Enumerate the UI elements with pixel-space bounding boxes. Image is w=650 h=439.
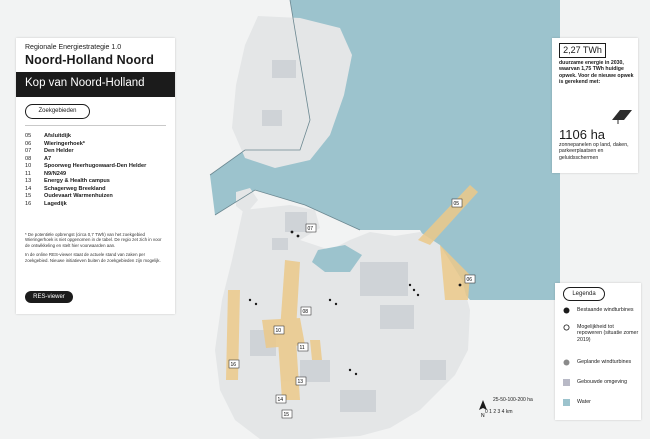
map-scale: 25-50-100-200 ha 0 1 2 3 4 km: [485, 397, 533, 415]
search-area-item[interactable]: 07 Den Helder: [25, 148, 146, 156]
panel-divider: [25, 125, 166, 126]
area-name: Schagerweg Breekland: [44, 185, 106, 192]
area-name: Oudevaart Warmenhuizen: [44, 193, 113, 199]
panel-subtitle: Regionale Energiestrategie 1.0: [25, 44, 122, 51]
built-environment-icon: [563, 379, 570, 386]
energy-value: 2,27 TWh: [559, 43, 606, 58]
water-icon: [563, 399, 570, 406]
legend-label: Mogelijkheid tot repoweren (situatie zom…: [577, 324, 639, 343]
label-05: 05: [454, 201, 460, 207]
label-14: 14: [278, 397, 284, 403]
area-name: Wieringerhoek*: [44, 140, 85, 147]
label-08: 08: [303, 309, 309, 315]
area-number: 13: [25, 178, 32, 184]
scale-ticks: 25-50-100-200 ha: [493, 397, 533, 403]
label-13: 13: [298, 379, 304, 385]
area-name: Afsluitdijk: [44, 133, 72, 139]
area-name: Den Helder: [44, 148, 74, 154]
legend-panel: Legenda Bestaande windturbines Mogelijkh…: [555, 283, 641, 420]
zoekgebieden-tab[interactable]: Zoekgebieden: [25, 104, 90, 119]
search-area-list: 05 Afsluitdijk 06 Wieringerhoek* 07 Den Helde…: [25, 133, 146, 208]
area-number: 11: [25, 170, 31, 177]
info-panel: Regionale Energiestrategie 1.0 Noord-Hol…: [16, 38, 175, 314]
area-name: Spoorweg Heerhugowaard-Den Helder: [44, 163, 147, 169]
area-number: 14: [25, 185, 32, 192]
label-16: 16: [231, 362, 237, 368]
area-number: 05: [25, 133, 32, 139]
energy-description: duurzame energie in 2030, waarvan 1,75 T…: [559, 60, 634, 86]
search-area-item[interactable]: 15 Oudevaart Warmenhuizen: [25, 193, 146, 201]
search-area-item[interactable]: 11 N9/N249: [25, 171, 146, 179]
planned-turbine-icon: [563, 359, 570, 366]
search-area-item[interactable]: 05 Afsluitdijk: [25, 133, 146, 141]
search-area-item[interactable]: 13 Energy & Health campus: [25, 178, 146, 186]
region-name: Kop van Noord-Holland: [25, 77, 145, 89]
res-viewer-button[interactable]: RES-viewer: [25, 291, 73, 303]
search-area-item[interactable]: 16 Lagedijk: [25, 201, 146, 209]
search-area-item[interactable]: 08 A7: [25, 156, 146, 164]
existing-turbine-icon: [563, 307, 570, 314]
area-name: A7: [44, 155, 52, 162]
legend-title[interactable]: Legenda: [563, 287, 605, 301]
area-number: 06: [25, 140, 32, 147]
area-number: 16: [25, 200, 32, 207]
footnote: * De potentiële opbrengst (circa 0,7 TWh…: [25, 232, 167, 267]
area-number: 08: [25, 155, 32, 162]
label-06: 06: [467, 277, 473, 283]
search-area-item[interactable]: 14 Schagerweg Breekland: [25, 186, 146, 194]
area-name: N9/N249: [44, 170, 67, 177]
search-area-item[interactable]: 06 Wieringerhoek*: [25, 141, 146, 149]
label-07: 07: [308, 226, 314, 232]
area-name: Lagedijk: [44, 200, 67, 207]
label-11: 11: [300, 345, 305, 351]
solar-area-value: 1106 ha: [559, 127, 606, 142]
energy-panel: 2,27 TWh duurzame energie in 2030, waarv…: [552, 38, 638, 173]
region-banner: Kop van Noord-Holland: [16, 72, 175, 97]
label-15: 15: [284, 412, 290, 418]
label-10: 10: [276, 328, 282, 334]
area-name: Energy & Health campus: [44, 178, 110, 184]
repower-turbine-icon: [563, 324, 570, 331]
area-number: 15: [25, 193, 32, 199]
legend-label: Bestaande windturbines: [577, 307, 634, 313]
footnote-paragraph: In de online RES-viewer staat de actuele…: [25, 252, 161, 263]
footnote-paragraph: * De potentiële opbrengst (circa 0,7 TWh…: [25, 232, 162, 248]
area-number: 07: [25, 148, 32, 154]
solar-panel-icon: [612, 110, 632, 124]
search-area-item[interactable]: 10 Spoorweg Heerhugowaard-Den Helder: [25, 163, 146, 171]
area-number: 10: [25, 163, 32, 169]
legend-label: Geplande windturbines: [577, 359, 632, 365]
scale-label: 0 1 2 3 4 km: [485, 409, 513, 415]
solar-area-description: zonnepanelen op land, daken, parkeerplaa…: [559, 142, 629, 161]
legend-label: Water: [577, 399, 591, 405]
legend-label: Gebouwde omgeving: [577, 379, 628, 385]
panel-title: Noord-Holland Noord: [25, 53, 154, 67]
